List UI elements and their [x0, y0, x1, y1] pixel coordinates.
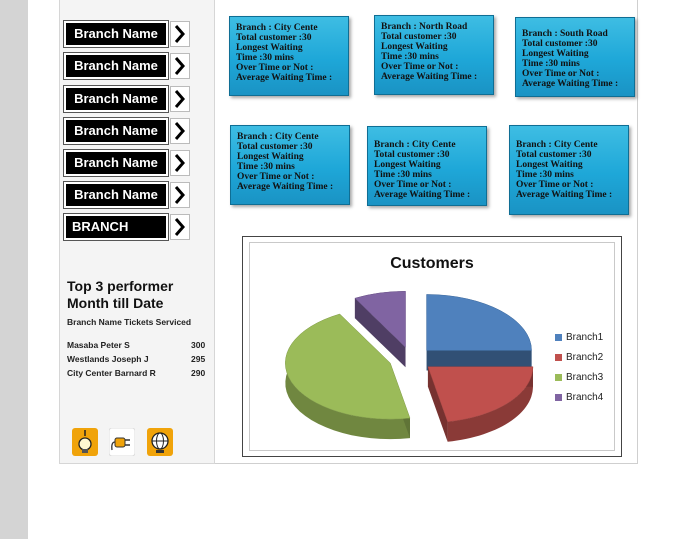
card-customers: Total customer :30: [522, 39, 598, 49]
chart-legend: Branch1 Branch2 Branch3 Branch4: [555, 327, 603, 407]
performer-row: City Center Barnard R 290: [67, 368, 205, 378]
card-longest: Longest Waiting: [236, 43, 303, 53]
branch-button-label: Branch Name: [64, 53, 168, 79]
legend-label: Branch4: [566, 391, 604, 403]
card-average: Average Waiting Time :: [236, 73, 333, 83]
card-average: Average Waiting Time :: [522, 79, 619, 89]
plug-icon[interactable]: [108, 427, 136, 457]
branch-button-2[interactable]: Branch Name: [64, 53, 190, 79]
legend-item: Branch4: [555, 387, 603, 407]
card-overtime: Over Time or Not :: [374, 180, 452, 190]
card-branch: Branch : North Road: [381, 22, 468, 32]
performer-tickets: 300: [191, 340, 206, 350]
chevron-right-icon: [170, 118, 190, 144]
card-customers: Total customer :30: [516, 150, 592, 160]
pie-slice-branch1: [426, 294, 532, 351]
performer-name: Masaba Peter S: [67, 340, 130, 350]
branch-button-label: Branch Name: [64, 86, 168, 112]
legend-swatch: [555, 353, 562, 361]
branch-card[interactable]: Branch : North Road Total customer :30 L…: [374, 15, 494, 95]
branch-button-1[interactable]: Branch Name: [64, 21, 190, 47]
branch-button-label: Branch Name: [64, 182, 168, 208]
chevron-right-icon: [170, 86, 190, 112]
lightbulb-icon[interactable]: [72, 428, 98, 456]
performer-row: Westlands Joseph J 295: [67, 354, 205, 364]
branch-card[interactable]: Branch : City Cente Total customer :30 L…: [509, 125, 629, 215]
legend-label: Branch1: [566, 331, 604, 343]
chevron-right-icon: [170, 53, 190, 79]
content-right-edge: [637, 0, 638, 464]
branch-button-label: BRANCH: [64, 214, 168, 240]
legend-label: Branch2: [566, 351, 604, 363]
card-longest: Longest Waiting: [516, 160, 583, 170]
content-bottom-edge: [215, 463, 638, 464]
left-gutter: [0, 0, 28, 539]
card-longest: Longest Waiting: [374, 160, 441, 170]
branch-card[interactable]: Branch : City Cente Total customer :30 L…: [229, 16, 349, 96]
branch-button-6[interactable]: Branch Name: [64, 182, 190, 208]
legend-swatch: [555, 393, 562, 401]
legend-swatch: [555, 333, 562, 341]
top-performer-title: Top 3 performer Month till Date: [67, 278, 173, 312]
card-overtime: Over Time or Not :: [381, 62, 459, 72]
branch-button-label: Branch Name: [64, 118, 168, 144]
card-longest: Longest Waiting: [381, 42, 448, 52]
card-customers: Total customer :30: [236, 33, 312, 43]
chevron-right-icon: [170, 21, 190, 47]
customers-chart: Customers Branch1 Branch2 Branch3 Branch…: [242, 236, 622, 457]
card-longest: Longest Waiting: [237, 152, 304, 162]
card-branch: Branch : South Road: [522, 29, 608, 39]
card-customers: Total customer :30: [381, 32, 457, 42]
card-branch: Branch : City Cente: [516, 140, 598, 150]
legend-label: Branch3: [566, 371, 604, 383]
legend-item: Branch1: [555, 327, 603, 347]
card-customers: Total customer :30: [237, 142, 313, 152]
chevron-right-icon: [170, 214, 190, 240]
card-time: Time :30 mins: [522, 59, 580, 69]
top-performer-title-line2: Month till Date: [67, 295, 164, 311]
branch-button-5[interactable]: Branch Name: [64, 150, 190, 176]
legend-swatch: [555, 373, 562, 381]
card-overtime: Over Time or Not :: [522, 69, 600, 79]
top-performer-title-line1: Top 3 performer: [67, 278, 174, 294]
performer-tickets: 290: [191, 368, 206, 378]
card-time: Time :30 mins: [381, 52, 439, 62]
card-branch: Branch : City Cente: [237, 132, 319, 142]
card-average: Average Waiting Time :: [381, 72, 478, 82]
performer-row: Masaba Peter S 300: [67, 340, 205, 350]
branch-button-4[interactable]: Branch Name: [64, 118, 190, 144]
card-customers: Total customer :30: [374, 150, 450, 160]
card-average: Average Waiting Time :: [237, 182, 334, 192]
branch-button-3[interactable]: Branch Name: [64, 86, 190, 112]
globe-icon[interactable]: [147, 428, 173, 456]
branch-card[interactable]: Branch : City Cente Total customer :30 L…: [367, 126, 487, 206]
branch-card[interactable]: Branch : South Road Total customer :30 L…: [515, 17, 635, 97]
chevron-right-icon: [170, 150, 190, 176]
card-time: Time :30 mins: [237, 162, 295, 172]
branch-button-7[interactable]: BRANCH: [64, 214, 190, 240]
card-branch: Branch : City Cente: [236, 23, 318, 33]
branch-card[interactable]: Branch : City Cente Total customer :30 L…: [230, 125, 350, 205]
card-time: Time :30 mins: [236, 53, 294, 63]
card-time: Time :30 mins: [516, 170, 574, 180]
card-average: Average Waiting Time :: [516, 190, 613, 200]
card-branch: Branch : City Cente: [374, 140, 456, 150]
performer-name: Westlands Joseph J: [67, 354, 149, 364]
performer-name: City Center Barnard R: [67, 368, 156, 378]
legend-item: Branch3: [555, 367, 603, 387]
card-time: Time :30 mins: [374, 170, 432, 180]
branch-button-label: Branch Name: [64, 21, 168, 47]
card-overtime: Over Time or Not :: [237, 172, 315, 182]
legend-item: Branch2: [555, 347, 603, 367]
card-overtime: Over Time or Not :: [236, 63, 314, 73]
card-longest: Longest Waiting: [522, 49, 589, 59]
card-average: Average Waiting Time :: [374, 190, 471, 200]
branch-button-label: Branch Name: [64, 150, 168, 176]
card-overtime: Over Time or Not :: [516, 180, 594, 190]
performer-tickets: 295: [191, 354, 206, 364]
chevron-right-icon: [170, 182, 190, 208]
performer-table-header: Branch Name Tickets Serviced: [67, 317, 192, 327]
